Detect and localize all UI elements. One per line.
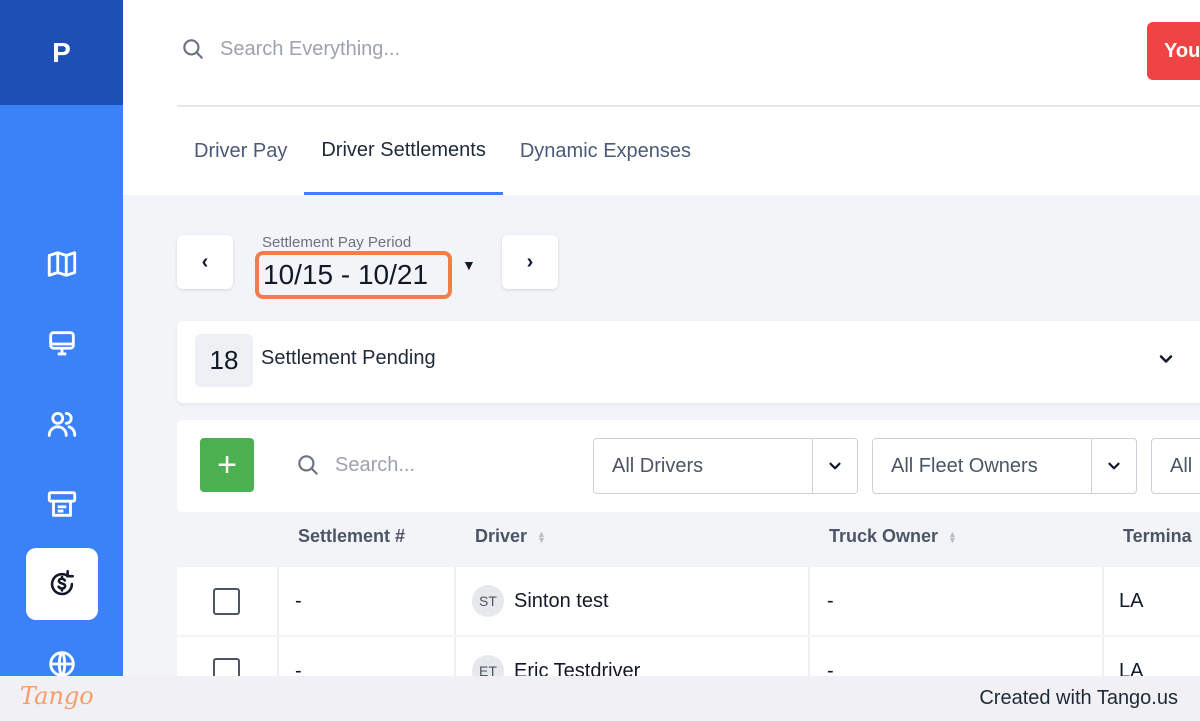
driver-name: Eric Testdriver [514, 659, 641, 677]
cell-truck-owner: - [827, 659, 834, 677]
cell-divider [277, 567, 279, 635]
cell-divider [454, 637, 456, 676]
sort-icon[interactable]: ▲ ▼ [948, 529, 957, 544]
cell-settlement: - [295, 659, 302, 677]
drivers-filter-value: All Drivers [594, 439, 814, 493]
settlement-pending-card[interactable]: 18 Settlement Pending [177, 321, 1200, 403]
col-header-truck-owner[interactable]: Truck Owner ▲ ▼ [829, 526, 957, 547]
cell-divider [454, 567, 456, 635]
search-icon [183, 39, 203, 59]
tab-dynamic-expenses[interactable]: Dynamic Expenses [503, 108, 708, 195]
table-row[interactable]: - ET Eric Testdriver - LA [177, 637, 1200, 676]
cell-divider [808, 567, 810, 635]
pending-count: 18 [195, 334, 253, 387]
col-header-driver[interactable]: Driver ▲ ▼ [475, 526, 546, 547]
created-with-text: Created with Tango.us [979, 687, 1178, 709]
avatar: ET [472, 655, 504, 676]
sort-icon[interactable]: ▲ ▼ [537, 529, 546, 544]
receipt-icon [47, 491, 77, 517]
caret-down-icon[interactable]: ▼ [462, 257, 476, 273]
monitor-icon [49, 331, 75, 356]
cell-divider [1102, 567, 1104, 635]
app-logo: P [52, 36, 71, 68]
driver-name: Sinton test [514, 589, 609, 612]
col-header-settlement[interactable]: Settlement # [298, 526, 405, 547]
app-window: P Search Everything... You Driver Pay Dr… [0, 0, 1200, 676]
table-search-placeholder: Search... [335, 453, 416, 476]
user-button[interactable]: You [1147, 22, 1200, 80]
cell-driver[interactable]: ET Eric Testdriver [472, 637, 640, 676]
tango-logo: Tango [20, 682, 94, 710]
global-search[interactable]: Search Everything... [180, 36, 400, 62]
sidebar-item-monitor[interactable] [26, 308, 98, 380]
table-toolbar: + Search... All Drivers All Fleet Owners… [177, 420, 1200, 512]
globe-icon [49, 651, 75, 676]
table-search[interactable]: Search... [295, 452, 415, 478]
cell-divider [808, 637, 810, 676]
sidebar-item-receipt[interactable] [26, 468, 98, 540]
pending-label: Settlement Pending [261, 347, 436, 369]
period-label: Settlement Pay Period [262, 234, 412, 251]
third-filter[interactable]: All [1151, 438, 1200, 494]
settlement-dollar-icon [50, 569, 74, 596]
col-header-truck-owner-label: Truck Owner [829, 526, 939, 546]
table-row[interactable]: - ST Sinton test - LA [177, 567, 1200, 635]
fleet-owners-filter-value: All Fleet Owners [873, 439, 1093, 493]
cell-terminal: LA [1119, 589, 1144, 612]
avatar: ST [472, 585, 504, 617]
tab-driver-pay[interactable]: Driver Pay [177, 108, 304, 195]
col-header-terminal-label: Termina [1123, 526, 1192, 546]
chevron-down-icon[interactable] [1156, 349, 1176, 369]
sidebar-item-globe[interactable] [26, 628, 98, 676]
tango-footer: Tango Created with Tango.us [0, 676, 1200, 721]
cell-truck-owner: - [827, 589, 834, 612]
tab-bar: Driver Pay Driver Settlements Dynamic Ex… [177, 108, 708, 195]
tab-driver-settlements[interactable]: Driver Settlements [304, 108, 503, 195]
cell-divider [277, 637, 279, 676]
global-search-placeholder: Search Everything... [220, 37, 401, 60]
period-value-text: 10/15 - 10/21 [263, 259, 429, 290]
drivers-filter[interactable]: All Drivers [593, 438, 858, 494]
header-divider [177, 105, 1200, 107]
chevron-down-icon[interactable] [1092, 439, 1136, 493]
chevron-down-icon[interactable] [813, 439, 857, 493]
map-icon [47, 251, 77, 277]
col-header-settlement-label: Settlement # [298, 526, 406, 546]
sidebar-item-users[interactable] [26, 388, 98, 460]
cell-driver[interactable]: ST Sinton test [472, 567, 609, 635]
period-value[interactable]: 10/15 - 10/21 [255, 251, 452, 299]
users-icon [47, 411, 77, 437]
sidebar-item-settlements[interactable] [26, 548, 98, 620]
col-header-terminal[interactable]: Termina [1123, 526, 1192, 547]
cell-divider [1102, 637, 1104, 676]
fleet-owners-filter[interactable]: All Fleet Owners [872, 438, 1137, 494]
row-checkbox[interactable] [213, 658, 240, 676]
search-icon [298, 455, 318, 475]
sidebar-item-map[interactable] [26, 228, 98, 300]
cell-settlement: - [295, 589, 302, 612]
col-header-driver-label: Driver [475, 526, 528, 546]
prev-period-button[interactable]: ‹ [177, 235, 233, 289]
logo-container[interactable]: P [0, 0, 123, 105]
third-filter-value: All [1170, 454, 1193, 477]
row-checkbox[interactable] [213, 588, 240, 615]
add-settlement-button[interactable]: + [200, 438, 254, 492]
sidebar: P [0, 0, 123, 676]
cell-terminal: LA [1119, 659, 1144, 677]
next-period-button[interactable]: › [502, 235, 558, 289]
